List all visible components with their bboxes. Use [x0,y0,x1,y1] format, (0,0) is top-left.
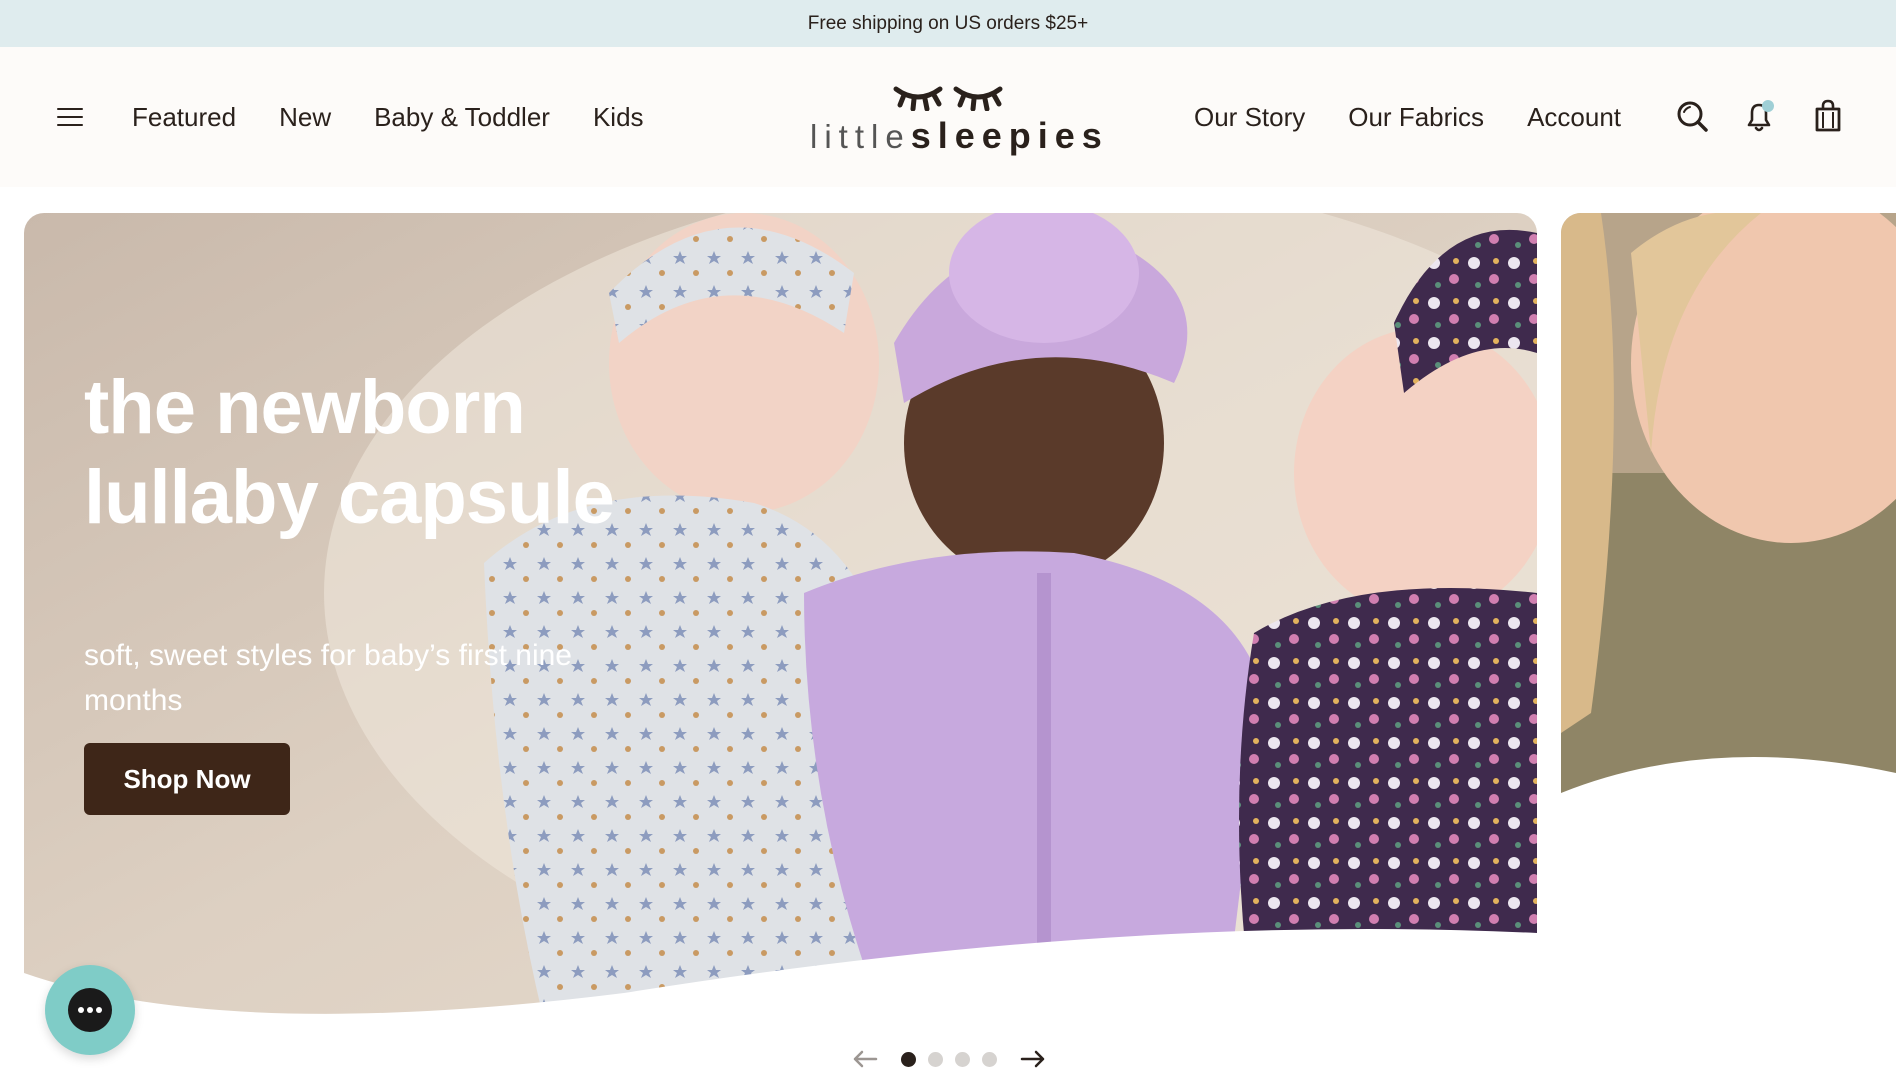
chat-bubble-icon [68,988,112,1032]
announcement-bar: Free shipping on US orders $25+ [0,0,1896,47]
chat-widget-button[interactable] [45,965,135,1055]
carousel-controls [850,1044,1050,1074]
bell-icon[interactable] [1741,98,1777,134]
site-logo[interactable]: littlesleepies [810,75,1109,165]
next-slide-image [1561,213,1896,913]
carousel-dot-4[interactable] [982,1052,997,1067]
nav-kids[interactable]: Kids [593,99,644,135]
next-arrow-icon[interactable] [1018,1044,1048,1074]
hero-image [24,213,1537,1021]
site-header: Featured New Baby & Toddler Kids littles… [0,47,1896,187]
logo-eyelashes-icon [893,86,1003,111]
menu-icon[interactable] [57,108,83,128]
carousel-dot-3[interactable] [955,1052,970,1067]
carousel-dot-2[interactable] [928,1052,943,1067]
nav-new[interactable]: New [279,99,331,135]
primary-nav: Featured New Baby & Toddler Kids [132,99,644,135]
logo-wordmark: littlesleepies [810,115,1109,156]
next-slide-preview[interactable] [1561,213,1896,913]
nav-baby-toddler[interactable]: Baby & Toddler [374,99,550,135]
shopping-bag-icon[interactable] [1810,98,1846,134]
hero-title: the newborn lullaby capsule [84,365,615,540]
hero-subtitle: soft, sweet styles for baby’s first nine… [84,639,572,717]
nav-account[interactable]: Account [1527,99,1621,135]
shop-now-button[interactable]: Shop Now [84,743,290,815]
nav-our-story[interactable]: Our Story [1194,99,1305,135]
carousel-dot-1[interactable] [901,1052,916,1067]
prev-arrow-icon[interactable] [850,1044,880,1074]
nav-featured[interactable]: Featured [132,99,236,135]
search-icon[interactable] [1674,98,1710,134]
secondary-nav: Our Story Our Fabrics Account [1194,99,1621,135]
announcement-text: Free shipping on US orders $25+ [807,12,1089,34]
nav-our-fabrics[interactable]: Our Fabrics [1348,99,1484,135]
hero-slide[interactable]: the newborn lullaby capsule soft, sweet … [24,213,1537,1021]
